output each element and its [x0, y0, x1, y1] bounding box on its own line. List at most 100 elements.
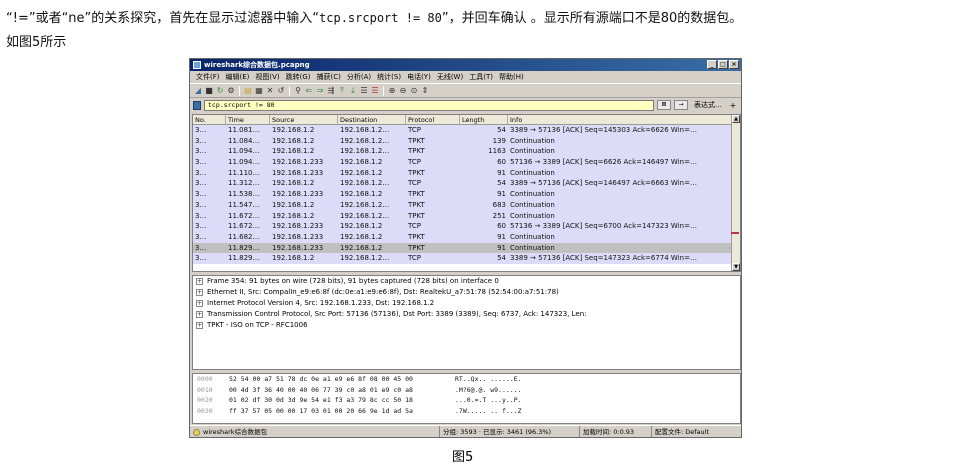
bookmark-icon[interactable]	[193, 100, 201, 110]
minimize-button[interactable]: _	[707, 60, 717, 69]
packet-info: Continuation	[510, 136, 555, 145]
menu-edit[interactable]: 编辑(E)	[223, 71, 253, 83]
clear-filter-button[interactable]: ⊠	[657, 100, 671, 110]
detail-line[interactable]: + Frame 354: 91 bytes on wire (728 bits),…	[193, 276, 740, 287]
packet-destination: 192.168.1.2…	[340, 211, 390, 220]
forward-icon[interactable]: ⇒	[315, 86, 325, 96]
packet-source: 192.168.1.233	[272, 243, 324, 252]
options-icon[interactable]: ⚙	[226, 86, 236, 96]
detail-line[interactable]: + Internet Protocol Version 4, Src: 192.1…	[193, 298, 740, 309]
back-icon[interactable]: ⇐	[304, 86, 314, 96]
packet-protocol: TPKT	[408, 168, 425, 177]
expand-icon[interactable]: +	[196, 278, 203, 285]
column-header-no[interactable]: No.	[193, 115, 226, 124]
packet-row[interactable]: 3… 11.094… 192.168.1.233 192.168.1.2 TCP 60 57…	[193, 157, 740, 168]
menu-view[interactable]: 视图(V)	[252, 71, 282, 83]
colorize-icon[interactable]: ☰	[370, 86, 380, 96]
apply-filter-button[interactable]: →	[674, 100, 688, 110]
menu-file[interactable]: 文件(F)	[193, 71, 223, 83]
article-text-a: “!=”或者“ne”的关系探究，首先在显示过滤器中输入“	[6, 11, 320, 26]
scroll-down-icon[interactable]: ▼	[732, 263, 740, 271]
hex-line[interactable]: 0030 ff 37 57 05 00 00 17 03 01 00 20 66 …	[193, 406, 740, 417]
menu-analyze[interactable]: 分析(A)	[344, 71, 374, 83]
expert-info-icon[interactable]	[193, 428, 200, 436]
packet-time: 11.081…	[228, 126, 260, 134]
packet-time: 11.672…	[228, 222, 260, 231]
packet-row[interactable]: 3… 11.312… 192.168.1.2 192.168.1.2… TCP 54 338…	[193, 178, 740, 190]
packet-row[interactable]: 3… 11.110… 192.168.1.233 192.168.1.2 TPKT 91 C…	[193, 167, 740, 179]
status-file-name: wireshark综合数据包	[203, 428, 268, 436]
goto-icon[interactable]: ⇶	[326, 86, 336, 96]
restart-icon[interactable]: ↻	[215, 86, 225, 96]
packet-details: + Frame 354: 91 bytes on wire (728 bits),…	[192, 275, 741, 370]
wireshark-icon	[193, 61, 201, 69]
menu-telephony[interactable]: 电话(Y)	[404, 71, 434, 83]
packet-info: Continuation	[510, 190, 555, 199]
column-header-time[interactable]: Time	[226, 115, 270, 124]
packet-row[interactable]: 3… 11.084… 192.168.1.2 192.168.1.2… TPKT 139 C…	[193, 135, 740, 147]
column-header-protocol[interactable]: Protocol	[406, 115, 460, 124]
packet-source: 192.168.1.233	[272, 190, 324, 199]
save-icon[interactable]: ▦	[254, 86, 264, 96]
packet-row[interactable]: 3… 11.682… 192.168.1.233 192.168.1.2 TPKT 91 C…	[193, 231, 740, 243]
close-button[interactable]: ×	[729, 60, 739, 69]
packet-row[interactable]: 3… 11.538… 192.168.1.233 192.168.1.2 TPKT 91 C…	[193, 189, 740, 200]
packet-no: 3…	[195, 200, 207, 209]
menu-bar: 文件(F) 编辑(E) 视图(V) 跳转(G) 捕获(C) 分析(A) 统计(S…	[190, 71, 741, 83]
detail-line[interactable]: + Transmission Control Protocol, Src Port…	[193, 309, 740, 320]
menu-go[interactable]: 跳转(G)	[283, 71, 314, 83]
display-filter-input[interactable]: tcp.srcport != 80	[204, 99, 654, 111]
menu-statistics[interactable]: 统计(S)	[374, 71, 404, 83]
close-file-icon[interactable]: ✕	[265, 86, 275, 96]
packet-list-scrollbar[interactable]: ▲ ▼	[731, 115, 740, 271]
packet-row[interactable]: 3… 11.081… 192.168.1.2 192.168.1.2… TCP 54 338…	[193, 125, 740, 136]
stop-icon[interactable]: ■	[204, 86, 214, 96]
packet-row[interactable]: 3… 11.829… 192.168.1.233 192.168.1.2 TPKT 91 C…	[193, 242, 740, 254]
add-filter-button[interactable]: +	[728, 101, 738, 110]
packet-row[interactable]: 3… 11.547… 192.168.1.2 192.168.1.2… TPKT 683 C…	[193, 199, 740, 211]
zoom-out-icon[interactable]: ⊖	[398, 86, 408, 96]
status-profile[interactable]: 配置文件: Default	[652, 426, 741, 437]
menu-capture[interactable]: 捕获(C)	[314, 71, 344, 83]
packet-row[interactable]: 3… 11.094… 192.168.1.2 192.168.1.2… TPKT 1163…	[193, 146, 740, 158]
expand-icon[interactable]: +	[196, 289, 203, 296]
status-packets: 分组: 3593 · 已显示: 3461 (96.3%)	[440, 426, 580, 437]
hex-line[interactable]: 0020 01 02 df 30 0d 3d 9e 54 e1 f3 a3 79 …	[193, 395, 740, 406]
zoom-in-icon[interactable]: ⊕	[387, 86, 397, 96]
hex-ascii: .7W..... .. f...Z	[455, 406, 522, 415]
resize-icon[interactable]: ⇕	[420, 86, 430, 96]
packet-row[interactable]: 3… 11.672… 192.168.1.233 192.168.1.2 TCP 60 57…	[193, 221, 740, 232]
column-header-length[interactable]: Length	[460, 115, 508, 124]
maximize-button[interactable]: □	[718, 60, 728, 69]
packet-length: 91	[497, 232, 506, 241]
hex-line[interactable]: 0010 00 4d 3f 36 40 00 40 06 77 39 c0 a8 …	[193, 385, 740, 396]
packet-length: 54	[497, 179, 506, 188]
display-filter-bar: tcp.srcport != 80 ⊠ → 表达式… +	[190, 98, 741, 112]
menu-wireless[interactable]: 无线(W)	[434, 71, 466, 83]
detail-line[interactable]: + TPKT - ISO on TCP - RFC1006	[193, 320, 740, 331]
expand-icon[interactable]: +	[196, 300, 203, 307]
autoscroll-icon[interactable]: ☰	[359, 86, 369, 96]
menu-help[interactable]: 帮助(H)	[496, 71, 527, 83]
zoom-reset-icon[interactable]: ⊙	[409, 86, 419, 96]
fin-icon[interactable]: ◢	[193, 86, 203, 96]
menu-tools[interactable]: 工具(T)	[466, 71, 496, 83]
detail-line[interactable]: + Ethernet II, Src: CompalIn_e9:e6:8f (dc…	[193, 287, 740, 298]
expand-icon[interactable]: +	[196, 311, 203, 318]
column-header-destination[interactable]: Destination	[338, 115, 406, 124]
expand-icon[interactable]: +	[196, 322, 203, 329]
scroll-up-icon[interactable]: ▲	[732, 115, 740, 123]
column-header-source[interactable]: Source	[270, 115, 338, 124]
packet-protocol: TCP	[408, 179, 421, 188]
hex-line[interactable]: 0000 52 54 00 a7 51 78 dc 0e a1 e9 e6 8f …	[193, 374, 740, 385]
open-icon[interactable]: ▤	[243, 86, 253, 96]
packet-row[interactable]: 3… 11.829… 192.168.1.2 192.168.1.2… TCP 54 338…	[193, 253, 740, 264]
reload-icon[interactable]: ↺	[276, 86, 286, 96]
status-file: wireshark综合数据包	[190, 426, 440, 437]
expression-button[interactable]: 表达式…	[691, 100, 725, 110]
find-icon[interactable]: ⚲	[293, 86, 303, 96]
first-icon[interactable]: ⤒	[337, 86, 347, 96]
column-header-info[interactable]: Info	[508, 115, 740, 124]
last-icon[interactable]: ⤓	[348, 86, 358, 96]
packet-row[interactable]: 3… 11.672… 192.168.1.2 192.168.1.2… TPKT 251 C…	[193, 210, 740, 222]
